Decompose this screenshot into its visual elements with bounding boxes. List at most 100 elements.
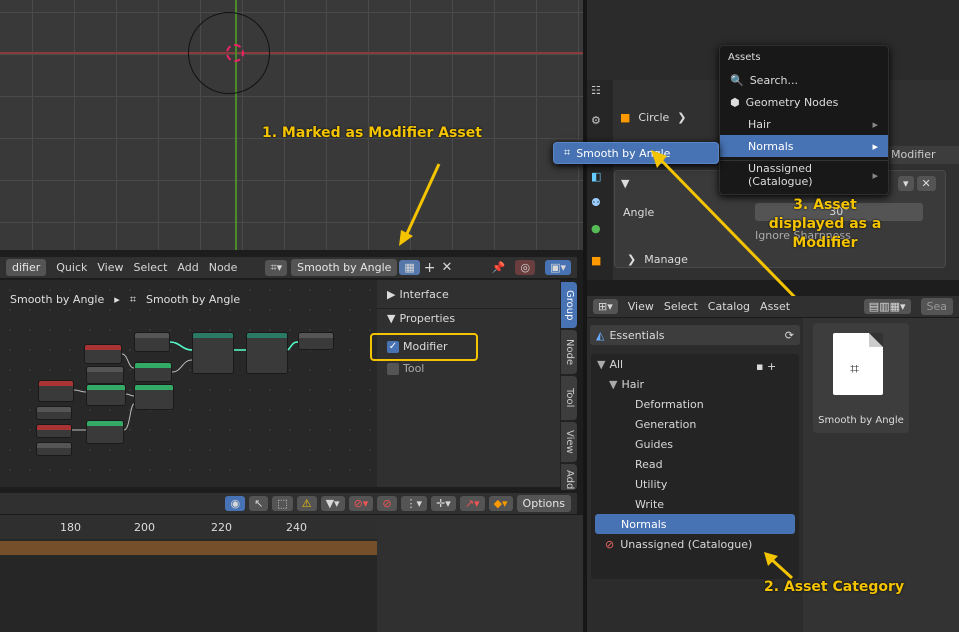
checkbox-unchecked-icon xyxy=(387,362,399,375)
tick-220: 220 xyxy=(211,521,232,534)
menu-item-geometry-nodes[interactable]: ⬢ Geometry Nodes xyxy=(720,91,888,113)
remove-modifier-icon[interactable]: ✕ xyxy=(916,176,936,191)
nodes-icon: ⬢ xyxy=(730,95,740,109)
tab-node[interactable]: Node xyxy=(561,330,577,374)
submenu-arrow-icon: ▸ xyxy=(872,139,878,153)
assets-menu-title: Assets xyxy=(728,52,761,63)
modifier-tag-field[interactable]: Modifier xyxy=(887,146,959,164)
tree-utility[interactable]: Utility xyxy=(591,474,799,494)
tick-180: 180 xyxy=(60,521,81,534)
modifier-label: Modifier xyxy=(403,340,448,353)
render-tab-icon[interactable]: ◧ xyxy=(591,170,601,183)
menu-item-search[interactable]: 🔍 Search... xyxy=(720,69,888,91)
search-icon: 🔍 xyxy=(730,73,744,87)
tab-add[interactable]: Add xyxy=(561,464,577,490)
properties-panel-header[interactable]: ▼ Properties xyxy=(387,312,455,325)
keyframe-icon[interactable]: ◆▾ xyxy=(488,496,513,511)
editor-mode-dropdown[interactable]: difier xyxy=(6,259,47,276)
asset-name: Smooth by Angle xyxy=(818,415,904,426)
view-toggle-icon[interactable]: ▣▾ xyxy=(545,260,571,275)
filter-icon[interactable]: ▼▾ xyxy=(320,496,345,511)
tool-tab-icon[interactable]: ⚙ xyxy=(591,114,601,127)
arrow-1-icon xyxy=(399,163,441,246)
tab-group[interactable]: Group xyxy=(561,282,577,328)
interp-icon[interactable]: ↗▾ xyxy=(459,496,485,511)
warning-icon[interactable]: ⚠ xyxy=(296,496,317,511)
properties-label: Properties xyxy=(399,312,456,325)
node-group-icon: ⌗ xyxy=(564,146,571,159)
select-icon[interactable]: ↖ xyxy=(249,496,269,511)
unassigned-icon: ⊘ xyxy=(605,537,615,551)
arrow-2-icon xyxy=(764,552,794,580)
unlink-icon[interactable]: ✕ xyxy=(442,260,453,275)
library-dropdown[interactable]: ◭ Essentials ⟳ xyxy=(590,325,800,345)
node-editor-header: difier Quick View Select Add Node ⌗▾ Smo… xyxy=(0,257,577,279)
box-select-icon[interactable]: ⬚ xyxy=(272,496,293,511)
menu-select[interactable]: Select xyxy=(133,261,167,274)
snap-icon[interactable]: ⋮▾ xyxy=(400,496,428,511)
ab-menu-view[interactable]: View xyxy=(628,300,654,313)
asset-preview-icon: ⌗ xyxy=(833,333,883,395)
breadcrumb-arrow-icon: ❯ xyxy=(677,111,687,124)
refresh-icon[interactable]: ⟳ xyxy=(785,329,794,342)
pin-icon[interactable]: 📌 xyxy=(492,261,506,274)
library-name: Essentials xyxy=(609,328,665,342)
tree-guides[interactable]: Guides xyxy=(591,434,799,454)
properties-breadcrumb: ■ Circle ❯ xyxy=(620,111,687,124)
node-tree-type-icon[interactable]: ⌗▾ xyxy=(265,259,288,276)
keying-icon[interactable]: ◉ xyxy=(225,496,246,511)
dropdown-icon[interactable]: ▾ xyxy=(898,176,914,191)
asset-search-input[interactable]: Sea xyxy=(920,298,953,315)
pivot-icon[interactable]: ✛▾ xyxy=(431,496,456,511)
node-links xyxy=(71,341,299,431)
scene-tab-icon[interactable]: ⚉ xyxy=(591,196,601,209)
catalog-tree: ▼ All ▪ + ▼ Hair Deformation Generation Gu… xyxy=(591,354,799,579)
display-mode-icon[interactable]: ▤▥▦▾ xyxy=(863,299,911,314)
tab-view[interactable]: View xyxy=(561,422,577,462)
object-tab-icon[interactable]: ■ xyxy=(591,254,601,267)
add-catalog-icon[interactable]: ▪ + xyxy=(756,360,776,373)
no-icon[interactable]: ⊘ xyxy=(377,496,397,511)
ab-menu-select[interactable]: Select xyxy=(664,300,698,313)
menu-node[interactable]: Node xyxy=(209,261,238,274)
interface-panel-header[interactable]: ▶ Interface xyxy=(387,288,449,301)
curve-icon[interactable]: ⊘▾ xyxy=(348,496,374,511)
frame-range-bar xyxy=(0,541,377,555)
tree-read[interactable]: Read xyxy=(591,454,799,474)
node-sidebar: ▶ Interface ▼ Properties ✓ Modifier Tool xyxy=(370,280,560,487)
tree-normals[interactable]: Normals xyxy=(595,514,795,534)
asset-tile[interactable]: ⌗ Smooth by Angle xyxy=(813,323,909,433)
chevron-right-icon: ❯ xyxy=(627,253,637,266)
new-group-icon[interactable]: + xyxy=(424,260,436,276)
object-icon: ■ xyxy=(620,111,631,124)
world-tab-icon[interactable]: ● xyxy=(591,222,601,235)
modifier-expand-icon[interactable]: ▼ xyxy=(621,177,629,190)
editor-type-icon[interactable]: ⊞▾ xyxy=(593,299,618,314)
tool-label: Tool xyxy=(403,362,425,375)
menu-add[interactable]: Add xyxy=(177,261,198,274)
node-canvas[interactable]: Smooth by Angle ▸ ⌗ Smooth by Angle xyxy=(0,280,377,487)
editor-type-icon[interactable]: ☷ xyxy=(591,84,601,97)
fake-user-icon[interactable]: ▦ xyxy=(399,260,420,275)
checkbox-checked-icon: ✓ xyxy=(387,340,399,353)
tree-generation[interactable]: Generation xyxy=(591,414,799,434)
3d-cursor-icon[interactable] xyxy=(226,44,244,62)
modifier-checkbox[interactable]: ✓ Modifier xyxy=(387,340,447,353)
ab-menu-asset[interactable]: Asset xyxy=(760,300,790,313)
menu-item-hair[interactable]: Hair ▸ xyxy=(720,113,888,135)
library-icon: ◭ xyxy=(596,328,605,342)
tool-checkbox[interactable]: Tool xyxy=(387,362,424,375)
tree-deformation[interactable]: Deformation xyxy=(591,394,799,414)
tree-hair[interactable]: ▼ Hair xyxy=(591,374,799,394)
collapse-icon: ▶ xyxy=(387,288,396,301)
timeline-area[interactable]: 180 200 220 240 xyxy=(0,515,377,632)
tree-write[interactable]: Write xyxy=(591,494,799,514)
overlay-icon[interactable]: ◎ xyxy=(515,260,536,275)
annotation-1: 1. Marked as Modifier Asset xyxy=(262,125,482,141)
tab-tool[interactable]: Tool xyxy=(561,376,577,420)
options-dropdown[interactable]: Options xyxy=(516,495,571,512)
ab-menu-catalog[interactable]: Catalog xyxy=(708,300,750,313)
node-group-name-field[interactable]: Smooth by Angle xyxy=(291,259,398,276)
menu-view[interactable]: View xyxy=(97,261,123,274)
menu-quick[interactable]: Quick xyxy=(56,261,87,274)
